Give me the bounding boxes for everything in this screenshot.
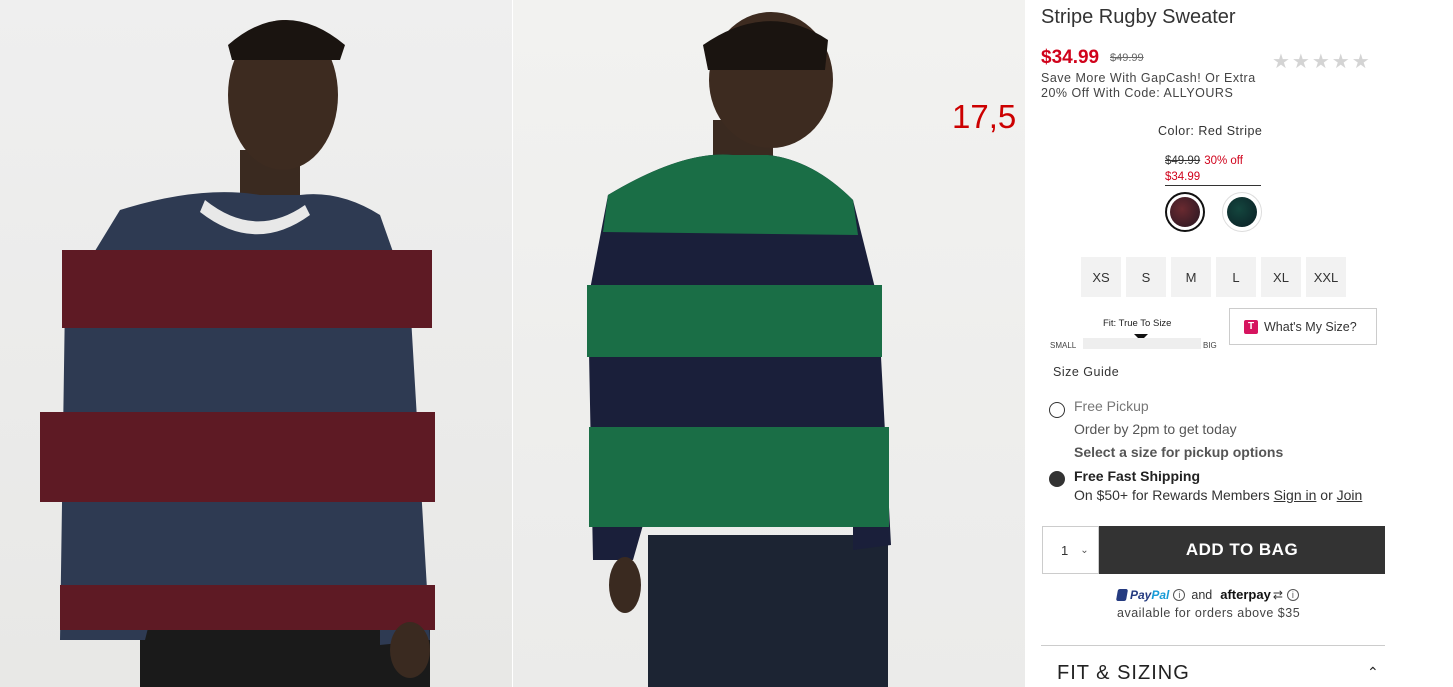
back-model-illustration (587, 12, 891, 687)
afterpay-wordmark: afterpay (1220, 587, 1271, 602)
sign-in-link[interactable]: Sign in (1274, 487, 1317, 503)
paypal-text-b: Pal (1151, 587, 1170, 602)
swatch-sale-price: $34.99 (1165, 171, 1201, 183)
size-m-button[interactable]: M (1171, 257, 1211, 297)
size-guide-link[interactable]: Size Guide (1053, 365, 1119, 379)
payment-options: PayPal i and afterpay ⇄ i (1115, 587, 1305, 602)
divider (1041, 645, 1385, 646)
color-label: Color: Red Stripe (1158, 124, 1263, 138)
afterpay-arrows-icon: ⇄ (1272, 587, 1283, 602)
whats-my-size-button[interactable]: T What's My Size? (1229, 308, 1377, 345)
info-icon[interactable]: i (1173, 588, 1186, 601)
whats-my-size-label: What's My Size? (1264, 319, 1357, 334)
chevron-down-icon: ⌄ (1080, 544, 1089, 556)
payment-note: available for orders above $35 (1117, 606, 1301, 620)
and-text: and (1191, 587, 1213, 602)
overlay-number: 17,5 (952, 98, 1017, 135)
shipping-radio[interactable] (1049, 471, 1065, 487)
add-to-bag-button[interactable]: ADD TO BAG (1099, 526, 1385, 574)
paypal-wordmark: PayPal (1130, 588, 1169, 602)
fit-scale-bar (1083, 338, 1201, 349)
sale-price: $34.99 (1041, 47, 1100, 68)
product-title: Stripe Rugby Sweater (1041, 6, 1236, 28)
shipping-title: Free Fast Shipping (1074, 468, 1201, 484)
pickup-subtitle: Order by 2pm to get today (1074, 421, 1237, 437)
chevron-up-icon[interactable]: ⌃ (1367, 664, 1379, 681)
quantity-value: 1 (1061, 542, 1069, 558)
or-text: or (1320, 487, 1333, 503)
swatch-discount: 30% off (1204, 155, 1243, 167)
size-l-button[interactable]: L (1216, 257, 1256, 297)
promo-text: Save More With GapCash! Or Extra 20% Off… (1041, 71, 1256, 100)
front-model-illustration (40, 20, 435, 687)
pickup-radio[interactable] (1049, 402, 1065, 418)
product-image-front[interactable] (0, 0, 512, 687)
join-link[interactable]: Join (1337, 487, 1363, 503)
fit-label: Fit: True To Size (1103, 318, 1172, 329)
fit-sizing-accordion-header[interactable]: FIT & SIZING (1057, 662, 1190, 685)
size-selector: XS S M L XL XXL (1081, 257, 1346, 297)
swatch-original-price: $49.99 (1165, 155, 1201, 167)
pickup-select-note: Select a size for pickup options (1074, 444, 1284, 460)
true-fit-logo-icon: T (1244, 319, 1258, 334)
product-image-back[interactable] (513, 0, 1025, 687)
size-xs-button[interactable]: XS (1081, 257, 1121, 297)
swatch-price: $49.99 30% off $34.99 (1165, 151, 1261, 186)
size-s-button[interactable]: S (1126, 257, 1166, 297)
size-xxl-button[interactable]: XXL (1306, 257, 1346, 297)
size-xl-button[interactable]: XL (1261, 257, 1301, 297)
original-price: $49.99 (1110, 52, 1144, 64)
fit-big-label: BIG (1203, 341, 1217, 350)
swatch-green-stripe[interactable] (1222, 192, 1262, 232)
paypal-logo-icon (1115, 588, 1129, 601)
fit-small-label: SMALL (1050, 341, 1077, 350)
rating-stars-icon[interactable]: ★★★★★ (1272, 49, 1372, 74)
quantity-select[interactable]: 1 ⌄ (1042, 526, 1099, 574)
info-icon[interactable]: i (1286, 588, 1299, 601)
shipping-subtitle-text: On $50+ for Rewards Members (1074, 487, 1270, 503)
paypal-text-a: Pay (1130, 587, 1152, 602)
shipping-subtitle: On $50+ for Rewards Members Sign in or J… (1074, 487, 1362, 503)
swatch-red-stripe[interactable] (1165, 192, 1205, 232)
pickup-title: Free Pickup (1074, 398, 1149, 414)
